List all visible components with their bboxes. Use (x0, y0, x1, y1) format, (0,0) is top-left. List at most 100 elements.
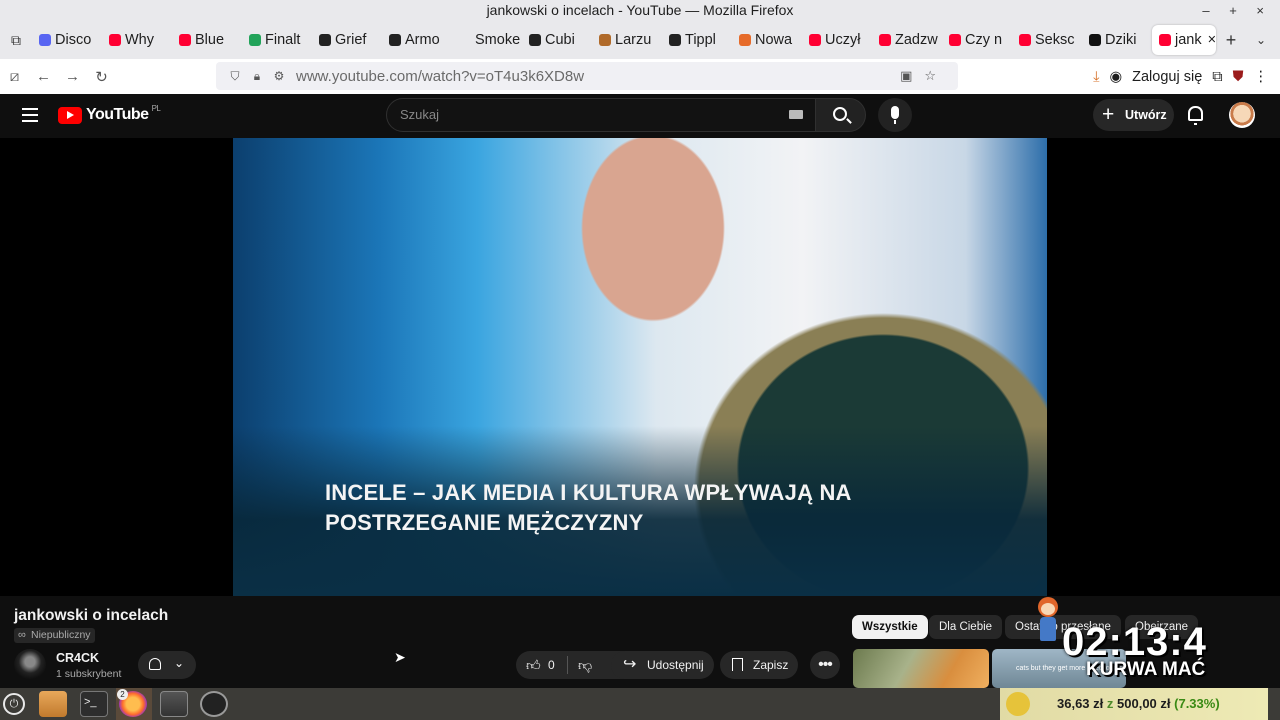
tab-label: Disco (55, 32, 92, 48)
tab-favicon-icon (39, 34, 51, 46)
tab-label: Larzu (615, 32, 652, 48)
downloads-icon[interactable]: ⤓ (1093, 69, 1099, 85)
subscriber-count: 1 subskrybent (56, 668, 122, 680)
tab-label: Blue (195, 32, 225, 48)
dislike-button[interactable]: 👎︎ (578, 651, 592, 679)
search-input[interactable]: Szukaj (386, 98, 816, 132)
bell-icon (149, 658, 161, 670)
search-button[interactable] (815, 98, 866, 132)
donation-goal-overlay: 36,63 zł z 500,00 zł (7.33%) (1000, 688, 1268, 720)
system-menu-icon[interactable]: ⏻ (3, 693, 25, 715)
video-frame[interactable]: INCELE – JAK MEDIA I KULTURA WPŁYWAJĄ NA… (233, 138, 1047, 596)
files-icon[interactable] (39, 691, 67, 717)
browser-tab[interactable]: Finalt (242, 25, 312, 55)
browser-tab[interactable]: Grief (312, 25, 382, 55)
channel-avatar[interactable] (14, 649, 46, 681)
browser-tab[interactable]: Smoke (452, 25, 522, 55)
browser-tab[interactable]: Cubi (522, 25, 592, 55)
close-tab-icon[interactable]: × (1208, 32, 1216, 48)
browser-tab[interactable]: Seksc (1012, 25, 1082, 55)
save-button[interactable]: Zapisz (720, 651, 798, 679)
browser-tab[interactable]: Larzu (592, 25, 662, 55)
lock-icon[interactable]: 🔒︎ (246, 69, 268, 84)
extensions-icon[interactable]: ⧉ (1212, 69, 1222, 85)
browser-tab[interactable]: Zadzw (872, 25, 942, 55)
tab-favicon-icon (669, 34, 681, 46)
chip-for-you[interactable]: Dla Ciebie (929, 615, 1003, 639)
browser-tab[interactable]: jank × (1152, 25, 1216, 55)
tabs-dropdown-icon[interactable]: ⌄ (1246, 33, 1276, 47)
obs-icon[interactable] (200, 691, 228, 717)
login-link[interactable]: Zaloguj się (1132, 69, 1202, 85)
back-icon[interactable]: ← (29, 68, 58, 85)
url-text[interactable]: www.youtube.com/watch?v=oT4u3k6XD8w (296, 68, 584, 85)
more-actions-button[interactable]: ••• (810, 651, 840, 679)
tab-favicon-icon (319, 34, 331, 46)
channel-name[interactable]: CR4CK (56, 651, 99, 665)
menu-icon[interactable]: ⋮ (1254, 69, 1269, 85)
voice-search-button[interactable] (878, 98, 912, 132)
tab-favicon-icon (809, 34, 821, 46)
shield-icon[interactable]: ⛉ (224, 69, 246, 84)
browser-tab[interactable]: Dziki (1082, 25, 1152, 55)
tab-favicon-icon (459, 34, 471, 46)
url-bar[interactable]: ⛉ 🔒︎ ⚙ www.youtube.com/watch?v=oT4u3k6XD… (216, 62, 958, 90)
youtube-logo[interactable]: YouTube PL (58, 103, 161, 124)
account-icon[interactable]: ◉ (1109, 69, 1122, 85)
share-button[interactable]: Udostępnij (611, 651, 714, 679)
user-avatar[interactable] (1229, 102, 1255, 128)
notifications-bell-icon[interactable] (1188, 106, 1203, 125)
tab-bar: ⧉ Disco Why Blue Finalt Grief Armo Smoke Cubi La… (0, 21, 1280, 59)
permissions-icon[interactable]: ⚙ (268, 69, 290, 83)
tab-favicon-icon (949, 34, 961, 46)
browser-tab[interactable]: Blue (172, 25, 242, 55)
browser-tab[interactable]: Tippl (662, 25, 732, 55)
ublock-icon[interactable]: ⛊ (1233, 69, 1244, 85)
forward-icon[interactable]: → (58, 68, 87, 85)
tab-favicon-icon (249, 34, 261, 46)
browser-tab[interactable]: Disco (32, 25, 102, 55)
tab-favicon-icon (389, 34, 401, 46)
youtube-logo-text: YouTube (86, 106, 149, 123)
browser-tab[interactable]: Armo (382, 25, 452, 55)
mouse-cursor-icon: ➤ (394, 649, 406, 665)
search-icon (833, 107, 847, 121)
tab-strip: Disco Why Blue Finalt Grief Armo Smoke Cubi Larz… (32, 25, 1216, 55)
search-placeholder: Szukaj (400, 107, 440, 122)
terminal-icon[interactable]: >_ (80, 691, 108, 717)
tab-favicon-icon (109, 34, 121, 46)
microphone-icon (891, 106, 899, 124)
chip-all[interactable]: Wszystkie (852, 615, 928, 639)
browser-tab[interactable]: Czy n (942, 25, 1012, 55)
subscription-bell-button[interactable]: ⌄ (138, 651, 196, 679)
window-controls[interactable]: – + × (1202, 0, 1272, 21)
tab-label: Nowa (755, 32, 793, 48)
navigation-bar: ⧄ ← → ↻ ⛉ 🔒︎ ⚙ www.youtube.com/watch?v=o… (0, 59, 1280, 94)
menu-hamburger-icon[interactable] (22, 108, 38, 122)
tab-label: Cubi (545, 32, 575, 48)
tab-favicon-icon (1159, 34, 1171, 46)
coin-icon (1006, 692, 1030, 716)
tab-label: Why (125, 32, 154, 48)
tab-list-icon[interactable]: ⧉ (0, 32, 32, 49)
new-tab-button[interactable]: + (1216, 30, 1246, 51)
firefox-window-count: 2 (117, 689, 128, 700)
reload-icon[interactable]: ↻ (87, 68, 116, 86)
tab-favicon-icon (739, 34, 751, 46)
like-button[interactable]: 👍︎ (526, 651, 541, 679)
bookmark-icons[interactable]: ▣☆ (900, 68, 948, 84)
stream-text-overlay: KURWA MAĆ (1086, 659, 1206, 680)
recommended-thumbnail[interactable] (853, 649, 989, 688)
sidebar-toggle-icon[interactable]: ⧄ (0, 68, 29, 85)
keyboard-icon[interactable] (789, 110, 803, 119)
tab-label: Tippl (685, 32, 716, 48)
mascot-body (1040, 617, 1056, 641)
browser-tab[interactable]: Nowa (732, 25, 802, 55)
video-player[interactable]: INCELE – JAK MEDIA I KULTURA WPŁYWAJĄ NA… (0, 138, 1280, 596)
video-caption-line-1: INCELE – JAK MEDIA I KULTURA WPŁYWAJĄ NA (325, 480, 852, 505)
country-code: PL (151, 103, 161, 113)
create-button[interactable]: Utwórz (1093, 99, 1174, 131)
browser-tab[interactable]: Uczył (802, 25, 872, 55)
browser-tab[interactable]: Why (102, 25, 172, 55)
steam-icon[interactable] (160, 691, 188, 717)
